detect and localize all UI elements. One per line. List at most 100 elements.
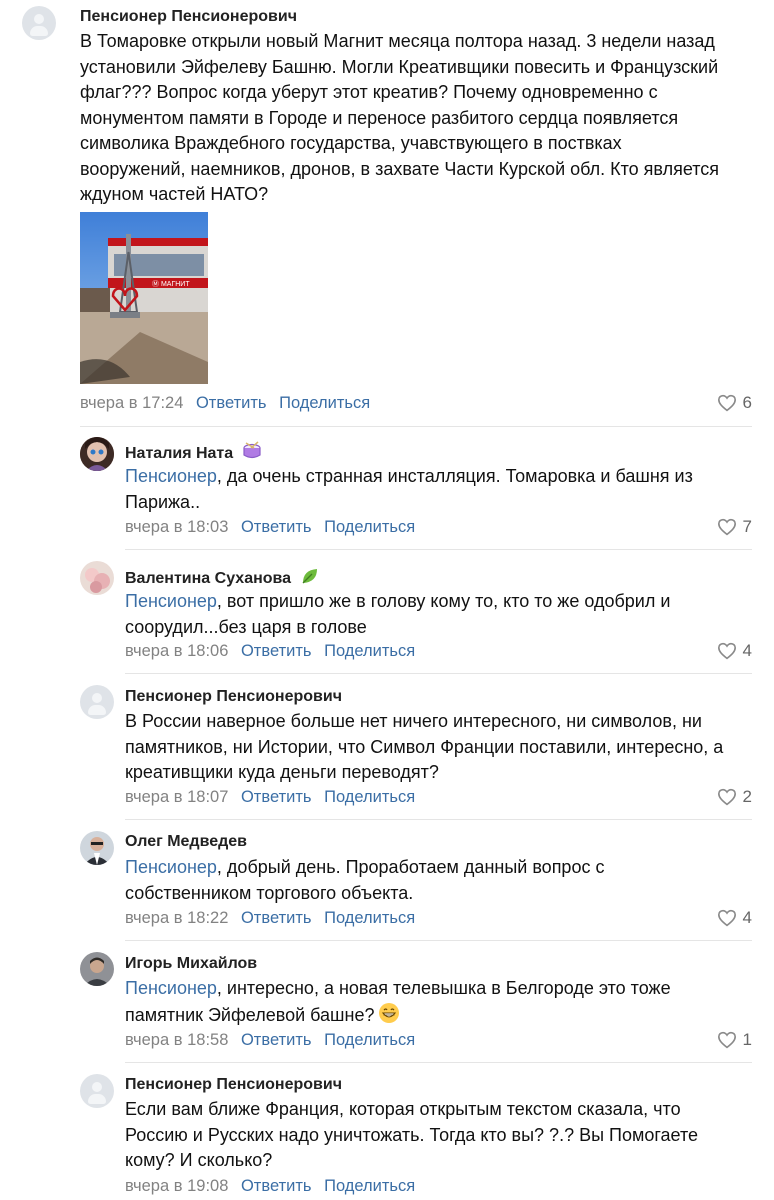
text-line: собственником торгового объекта. [125, 882, 414, 903]
share-button[interactable]: Поделиться [324, 788, 415, 806]
text-line: Пенсионер, интересно, а новая телевышка … [125, 978, 671, 998]
text-line: Парижа.. [125, 491, 201, 512]
like-button[interactable]: 1 [717, 1030, 752, 1050]
comment-meta: вчера в 18:03 Ответить Поделиться [125, 518, 415, 537]
reply-button[interactable]: Ответить [241, 518, 312, 536]
reply-button[interactable]: Ответить [241, 1031, 312, 1049]
divider [80, 426, 752, 427]
comment-author[interactable]: Игорь Михайлов [125, 955, 257, 973]
comment-meta: вчера в 18:07 Ответить Поделиться [125, 788, 415, 807]
comment-text: Пенсионер, вот пришло же в голову кому т… [125, 589, 670, 640]
author-name[interactable]: Валентина Суханова [125, 570, 291, 587]
divider [125, 549, 752, 550]
like-count: 1 [742, 1030, 752, 1049]
avatar[interactable] [22, 6, 56, 40]
avatar[interactable] [80, 952, 114, 986]
share-button[interactable]: Поделиться [279, 394, 370, 412]
comment-time[interactable]: вчера в 18:58 [125, 1031, 228, 1049]
comment-time[interactable]: вчера в 17:24 [80, 394, 183, 412]
comment-time[interactable]: вчера в 18:22 [125, 909, 228, 927]
heart-icon [717, 788, 736, 806]
comment-text: В России наверное больше нет ничего инте… [125, 709, 723, 786]
comment-meta: вчера в 18:22 Ответить Поделиться [125, 909, 415, 928]
comment-text: Пенсионер, добрый день. Проработаем данн… [125, 855, 604, 906]
heart-icon [717, 518, 736, 536]
comment-text: В Томаровке открыли новый Магнит месяца … [80, 29, 719, 208]
reply-button[interactable]: Ответить [241, 788, 312, 806]
heart-icon [717, 642, 736, 660]
comment-time[interactable]: вчера в 18:06 [125, 642, 228, 660]
like-button[interactable]: 2 [717, 787, 752, 807]
leaf-icon [302, 569, 317, 584]
text-line: В России наверное больше нет ничего инте… [125, 711, 702, 731]
like-button[interactable]: 4 [717, 908, 752, 928]
reply-button[interactable]: Ответить [196, 394, 267, 412]
text-line: символика Враждебного государства, учавс… [80, 133, 622, 153]
reply-mention[interactable]: Пенсионер [125, 591, 217, 611]
avatar-image [80, 952, 114, 986]
like-count: 6 [742, 393, 752, 412]
heart-icon [717, 394, 736, 412]
comment-meta: вчера в 18:06 Ответить Поделиться [125, 642, 415, 661]
comment-meta: вчера в 18:58 Ответить Поделиться [125, 1031, 415, 1050]
author-name[interactable]: Наталия Ната [125, 445, 233, 462]
grinning-face-icon [379, 1002, 400, 1023]
comment-author[interactable]: Пенсионер Пенсионерович [80, 8, 297, 26]
like-button[interactable]: 6 [717, 393, 752, 413]
reply-mention[interactable]: Пенсионер [125, 466, 217, 486]
divider [125, 673, 752, 674]
text-line: памятник Эйфелевой башне? [125, 1002, 671, 1029]
share-button[interactable]: Поделиться [324, 642, 415, 660]
comment-text: Пенсионер, да очень странная инсталляция… [125, 464, 693, 515]
text-line: Если вам ближе Франция, которая открытым… [125, 1099, 681, 1119]
like-button[interactable]: 7 [717, 517, 752, 537]
like-button[interactable]: 4 [717, 641, 752, 661]
divider [125, 940, 752, 941]
comment-time[interactable]: вчера в 18:07 [125, 788, 228, 806]
divider [125, 819, 752, 820]
text-line: монументом памяти в Городе и переносе ра… [80, 107, 679, 128]
share-button[interactable]: Поделиться [324, 1177, 415, 1195]
avatar-image [80, 437, 114, 471]
text-line: Пенсионер, добрый день. Проработаем данн… [125, 857, 605, 877]
reply-button[interactable]: Ответить [241, 909, 312, 927]
text-line: флаг??? Вопрос когда уберут этот креатив… [80, 82, 658, 102]
like-count: 7 [742, 517, 752, 536]
reply-button[interactable]: Ответить [241, 1177, 312, 1195]
reply-mention[interactable]: Пенсионер [125, 978, 217, 998]
text-line: В Томаровке открыли новый Магнит месяца … [80, 31, 715, 51]
divider [125, 1062, 752, 1063]
comment-author: Валентина Суханова [125, 566, 320, 588]
comment-meta: вчера в 17:24 Ответить Поделиться [80, 394, 370, 413]
reply-mention[interactable]: Пенсионер [125, 857, 217, 877]
text-line: соорудил...без царя в голове [125, 616, 367, 637]
attached-photo[interactable]: Ⓜ МАГНИТ [80, 212, 208, 384]
comment-time[interactable]: вчера в 19:08 [125, 1177, 228, 1195]
avatar[interactable] [80, 1074, 114, 1108]
share-button[interactable]: Поделиться [324, 1031, 415, 1049]
text-line: Пенсионер, да очень странная инсталляция… [125, 466, 693, 486]
share-button[interactable]: Поделиться [324, 518, 415, 536]
comment-text: Пенсионер, интересно, а новая телевышка … [125, 976, 671, 1028]
text-line: памятников, ни Истории, что Символ Франц… [125, 736, 724, 757]
comment-author[interactable]: Олег Медведев [125, 833, 247, 851]
text-line: Пенсионер, вот пришло же в голову кому т… [125, 591, 671, 611]
like-count: 4 [742, 641, 752, 660]
text-line: вооружений, наемников, дронов, в захвате… [80, 158, 720, 179]
drum-icon [243, 441, 261, 459]
avatar-image [80, 561, 114, 595]
avatar[interactable] [80, 685, 114, 719]
reply-button[interactable]: Ответить [241, 642, 312, 660]
comment-author[interactable]: Пенсионер Пенсионерович [125, 1076, 342, 1094]
heart-icon [717, 909, 736, 927]
text-line: кому? И сколько? [125, 1150, 273, 1170]
avatar[interactable] [80, 561, 114, 595]
comment-author[interactable]: Пенсионер Пенсионерович [125, 688, 342, 706]
share-button[interactable]: Поделиться [324, 909, 415, 927]
avatar[interactable] [80, 831, 114, 865]
like-count: 2 [742, 787, 752, 806]
comment-time[interactable]: вчера в 18:03 [125, 518, 228, 536]
text-line: креативщики куда деньги переводят? [125, 762, 439, 782]
like-count: 4 [742, 908, 752, 927]
avatar[interactable] [80, 437, 114, 471]
